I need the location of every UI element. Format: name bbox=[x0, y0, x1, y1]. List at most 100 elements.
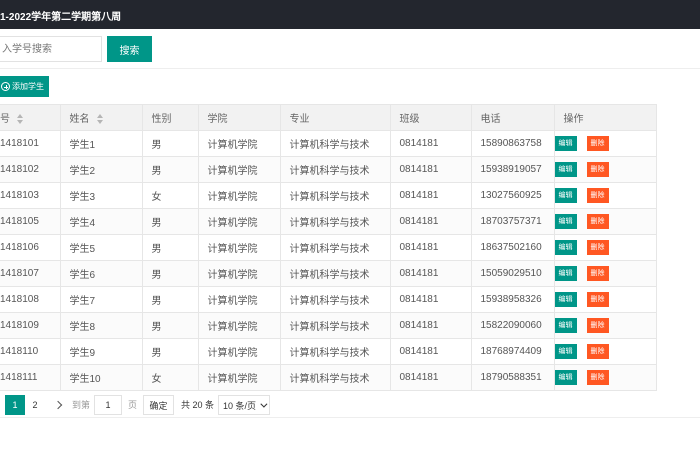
edit-button[interactable]: 编辑 bbox=[555, 266, 577, 281]
semester-title: 1-2022学年第二学期第八周 bbox=[0, 12, 122, 23]
student-table: 号 姓名 性别 学院 专业 班级 电话 操作 1418101 学生1 男计算机学院计… bbox=[0, 104, 657, 391]
edit-button[interactable]: 编辑 bbox=[555, 136, 577, 151]
cell-name: 学生3 bbox=[59, 182, 143, 209]
cell-name: 学生2 bbox=[59, 156, 143, 183]
delete-button[interactable]: 删除 bbox=[586, 188, 609, 203]
cell-class: 0814181 bbox=[389, 156, 472, 183]
add-student-button[interactable]: 添加学生 bbox=[0, 76, 49, 97]
cell-gender: 男 bbox=[141, 338, 199, 365]
cell-name: 学生9 bbox=[59, 338, 143, 365]
edit-button[interactable]: 编辑 bbox=[555, 370, 577, 385]
cell-gender: 男 bbox=[141, 234, 199, 261]
column-header-name[interactable]: 姓名 bbox=[59, 104, 143, 131]
next-page-button[interactable] bbox=[50, 395, 66, 415]
add-student-label: 添加学生 bbox=[12, 82, 44, 91]
cell-class: 0814181 bbox=[389, 130, 472, 157]
cell-class: 0814181 bbox=[389, 234, 472, 261]
cell-phone: 18768974409 bbox=[470, 338, 555, 365]
edit-button[interactable]: 编辑 bbox=[555, 188, 577, 203]
cell-phone: 15938919057 bbox=[470, 156, 555, 183]
delete-button[interactable]: 删除 bbox=[586, 370, 609, 385]
goto-page-input[interactable] bbox=[94, 395, 122, 415]
cell-college: 计算机学院 bbox=[197, 182, 281, 209]
cell-phone: 18790588351 bbox=[470, 364, 555, 391]
sort-icon[interactable] bbox=[96, 114, 104, 125]
cell-college: 计算机学院 bbox=[197, 260, 281, 287]
page-2-button[interactable]: 2 bbox=[25, 395, 45, 415]
cell-phone: 18637502160 bbox=[470, 234, 555, 261]
column-header-gender: 性别 bbox=[141, 104, 199, 131]
column-header-student-id[interactable]: 号 bbox=[0, 104, 61, 131]
table-row: 1418105 学生4 男计算机学院 计算机科学与技术 0814181 187037573… bbox=[0, 208, 657, 235]
search-button[interactable]: 搜索 bbox=[107, 36, 152, 62]
sort-icon[interactable] bbox=[16, 114, 24, 125]
cell-phone: 15059029510 bbox=[470, 260, 555, 287]
cell-student-id: 1418101 bbox=[0, 130, 61, 157]
cell-gender: 男 bbox=[141, 286, 199, 313]
table-row: 1418102 学生2 男计算机学院 计算机科学与技术 0814181 159389190… bbox=[0, 156, 657, 183]
cell-gender: 男 bbox=[141, 260, 199, 287]
column-header-college: 学院 bbox=[197, 104, 281, 131]
cell-actions: 编辑 删除 bbox=[553, 260, 657, 287]
table-row: 1418106 学生5 男计算机学院 计算机科学与技术 0814181 186375021… bbox=[0, 234, 657, 261]
cell-college: 计算机学院 bbox=[197, 286, 281, 313]
column-header-major: 专业 bbox=[279, 104, 391, 131]
search-row: 搜索 bbox=[0, 29, 700, 69]
cell-gender: 女 bbox=[141, 364, 199, 391]
cell-phone: 15890863758 bbox=[470, 130, 555, 157]
delete-button[interactable]: 删除 bbox=[586, 344, 609, 359]
column-header-class: 班级 bbox=[389, 104, 472, 131]
cell-major: 计算机科学与技术 bbox=[279, 182, 391, 209]
table-body: 1418101 学生1 男计算机学院 计算机科学与技术 0814181 158908637… bbox=[0, 130, 657, 391]
cell-major: 计算机科学与技术 bbox=[279, 234, 391, 261]
cell-college: 计算机学院 bbox=[197, 156, 281, 183]
cell-class: 0814181 bbox=[389, 182, 472, 209]
column-header-actions: 操作 bbox=[553, 104, 657, 131]
column-header-phone: 电话 bbox=[470, 104, 555, 131]
delete-button[interactable]: 删除 bbox=[586, 136, 609, 151]
cell-major: 计算机科学与技术 bbox=[279, 312, 391, 339]
delete-button[interactable]: 删除 bbox=[586, 214, 609, 229]
goto-confirm-button[interactable]: 确定 bbox=[143, 395, 174, 415]
cell-major: 计算机科学与技术 bbox=[279, 286, 391, 313]
delete-button[interactable]: 删除 bbox=[586, 292, 609, 307]
table-row: 1418107 学生6 男计算机学院 计算机科学与技术 0814181 150590295… bbox=[0, 260, 657, 287]
edit-button[interactable]: 编辑 bbox=[555, 292, 577, 307]
pagination: 1 2 到第 页 确定 共 20 条 10 条/页 bbox=[0, 395, 700, 415]
cell-major: 计算机科学与技术 bbox=[279, 364, 391, 391]
edit-button[interactable]: 编辑 bbox=[555, 214, 577, 229]
cell-name: 学生8 bbox=[59, 312, 143, 339]
page-1-button[interactable]: 1 bbox=[5, 395, 25, 415]
cell-class: 0814181 bbox=[389, 364, 472, 391]
cell-phone: 18703757371 bbox=[470, 208, 555, 235]
delete-button[interactable]: 删除 bbox=[586, 240, 609, 255]
cell-college: 计算机学院 bbox=[197, 234, 281, 261]
cell-college: 计算机学院 bbox=[197, 130, 281, 157]
cell-name: 学生10 bbox=[59, 364, 143, 391]
cell-student-id: 1418102 bbox=[0, 156, 61, 183]
search-input[interactable] bbox=[0, 36, 102, 62]
divider bbox=[0, 417, 700, 418]
edit-button[interactable]: 编辑 bbox=[555, 240, 577, 255]
page-size-select[interactable]: 10 条/页 bbox=[218, 395, 270, 415]
cell-student-id: 1418108 bbox=[0, 286, 61, 313]
edit-button[interactable]: 编辑 bbox=[555, 344, 577, 359]
delete-button[interactable]: 删除 bbox=[586, 162, 609, 177]
delete-button[interactable]: 删除 bbox=[586, 318, 609, 333]
plus-circle-icon bbox=[1, 82, 10, 91]
table-header-row: 号 姓名 性别 学院 专业 班级 电话 操作 bbox=[0, 104, 657, 131]
cell-actions: 编辑 删除 bbox=[553, 338, 657, 365]
cell-actions: 编辑 删除 bbox=[553, 312, 657, 339]
cell-class: 0814181 bbox=[389, 312, 472, 339]
page-size-value: 10 条/页 bbox=[223, 400, 257, 411]
edit-button[interactable]: 编辑 bbox=[555, 318, 577, 333]
chevron-right-icon bbox=[53, 400, 63, 410]
cell-phone: 15938958326 bbox=[470, 286, 555, 313]
delete-button[interactable]: 删除 bbox=[586, 266, 609, 281]
cell-gender: 男 bbox=[141, 208, 199, 235]
cell-name: 学生6 bbox=[59, 260, 143, 287]
table-row: 1418108 学生7 男计算机学院 计算机科学与技术 0814181 159389583… bbox=[0, 286, 657, 313]
table-row: 1418103 学生3 女计算机学院 计算机科学与技术 0814181 130275609… bbox=[0, 182, 657, 209]
cell-student-id: 1418105 bbox=[0, 208, 61, 235]
edit-button[interactable]: 编辑 bbox=[555, 162, 577, 177]
